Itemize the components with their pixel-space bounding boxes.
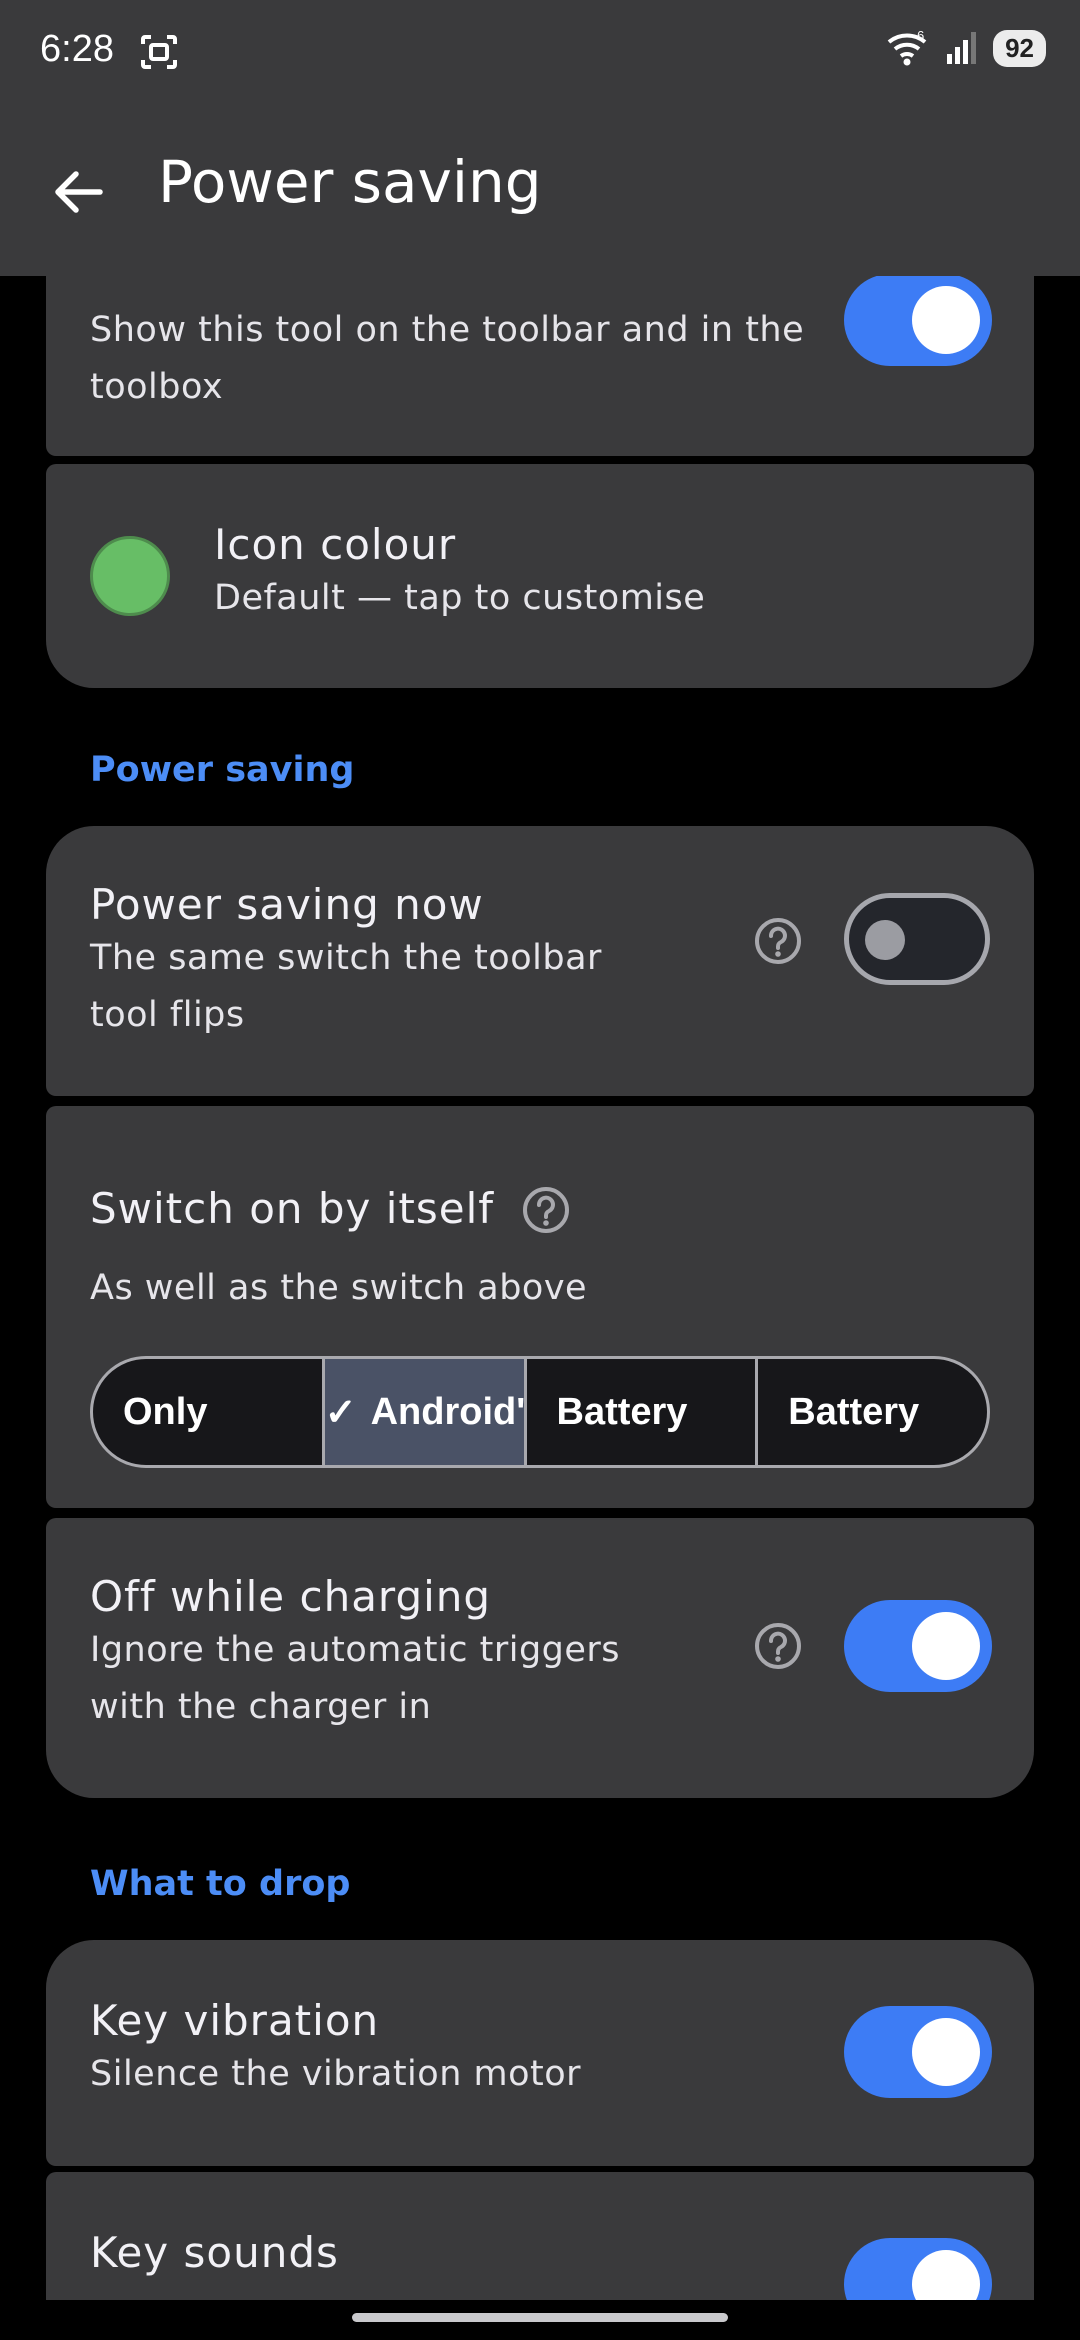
summary-line: Show this tool on the toolbar and in the xyxy=(90,310,805,350)
trigger-segmented-control: Only ✓ Android' Battery Battery xyxy=(90,1356,990,1468)
key-vibration-title: Key vibration xyxy=(90,1996,380,2045)
app-bar: Power saving xyxy=(0,100,1080,276)
key-vibration-summary: Silence the vibration motor xyxy=(90,2054,582,2094)
status-bar: 6:28 6 92 xyxy=(0,0,1080,100)
key-sounds-title: Key sounds xyxy=(90,2228,339,2277)
off-charging-title: Off while charging xyxy=(90,1572,492,1621)
key-sounds-toggle[interactable] xyxy=(844,2238,992,2300)
off-charging-summary: Ignore the automatic triggers with the c… xyxy=(90,1622,620,1736)
segment-label: Android' xyxy=(370,1390,524,1433)
toggle-knob xyxy=(912,1612,980,1680)
signal-icon xyxy=(947,32,977,64)
wifi-icon: 6 xyxy=(887,28,927,66)
help-icon[interactable] xyxy=(520,1184,572,1236)
summary-line: toolbox xyxy=(90,367,224,407)
check-icon: ✓ xyxy=(324,1391,357,1434)
help-icon[interactable] xyxy=(752,915,804,967)
toggle-knob xyxy=(912,2250,980,2300)
toggle-knob xyxy=(912,286,980,354)
summary-line: Ignore the automatic triggers xyxy=(90,1630,621,1670)
status-time: 6:28 xyxy=(40,28,114,70)
switch-on-title: Switch on by itself xyxy=(90,1184,495,1233)
power-saving-now-toggle[interactable] xyxy=(844,893,990,985)
section-header-power-saving: Power saving xyxy=(90,750,355,790)
switch-on-by-itself-row: Switch on by itself As well as the switc… xyxy=(46,1106,1034,1508)
icon-colour-title: Icon colour xyxy=(214,520,457,569)
power-saving-now-summary: The same switch the toolbar tool flips xyxy=(90,930,602,1044)
wifi-generation-label: 6 xyxy=(917,28,924,43)
settings-list[interactable]: Show this tool on the toolbar and in the… xyxy=(0,276,1080,2300)
off-while-charging-row[interactable]: Off while charging Ignore the automatic … xyxy=(46,1518,1034,1798)
segment-android[interactable]: ✓ Android' xyxy=(321,1359,524,1465)
toggle-knob xyxy=(912,2018,980,2086)
section-header-what-to-drop: What to drop xyxy=(90,1864,351,1904)
segment-battery-1[interactable]: Battery xyxy=(523,1359,756,1465)
screenshot-icon xyxy=(141,35,177,69)
show-tool-row[interactable]: Show this tool on the toolbar and in the… xyxy=(46,276,1034,456)
segment-only[interactable]: Only xyxy=(93,1359,322,1465)
help-icon[interactable] xyxy=(752,1620,804,1672)
summary-line: with the charger in xyxy=(90,1687,432,1727)
icon-colour-row[interactable]: Icon colour Default — tap to customise xyxy=(46,464,1034,688)
segment-battery-2[interactable]: Battery xyxy=(755,1359,987,1465)
back-button[interactable] xyxy=(40,154,116,230)
summary-line: tool flips xyxy=(90,995,245,1035)
show-tool-summary: Show this tool on the toolbar and in the… xyxy=(90,302,804,416)
summary-line: The same switch the toolbar xyxy=(90,938,602,978)
page-title: Power saving xyxy=(158,148,542,216)
off-charging-toggle[interactable] xyxy=(844,1600,992,1692)
icon-colour-summary: Default — tap to customise xyxy=(214,578,706,618)
battery-indicator: 92 xyxy=(993,29,1046,67)
key-vibration-toggle[interactable] xyxy=(844,2006,992,2098)
key-sounds-row[interactable]: Key sounds xyxy=(46,2172,1034,2300)
show-tool-toggle[interactable] xyxy=(844,276,992,366)
gesture-navigation-bar[interactable] xyxy=(352,2313,728,2322)
key-vibration-row[interactable]: Key vibration Silence the vibration moto… xyxy=(46,1940,1034,2166)
power-saving-now-title: Power saving now xyxy=(90,880,484,929)
back-arrow-icon xyxy=(55,171,103,213)
power-saving-now-row[interactable]: Power saving now The same switch the too… xyxy=(46,826,1034,1096)
toggle-knob xyxy=(865,920,905,960)
switch-on-summary: As well as the switch above xyxy=(90,1268,588,1308)
icon-colour-swatch xyxy=(90,536,170,616)
status-icons: 6 92 xyxy=(885,28,1046,68)
